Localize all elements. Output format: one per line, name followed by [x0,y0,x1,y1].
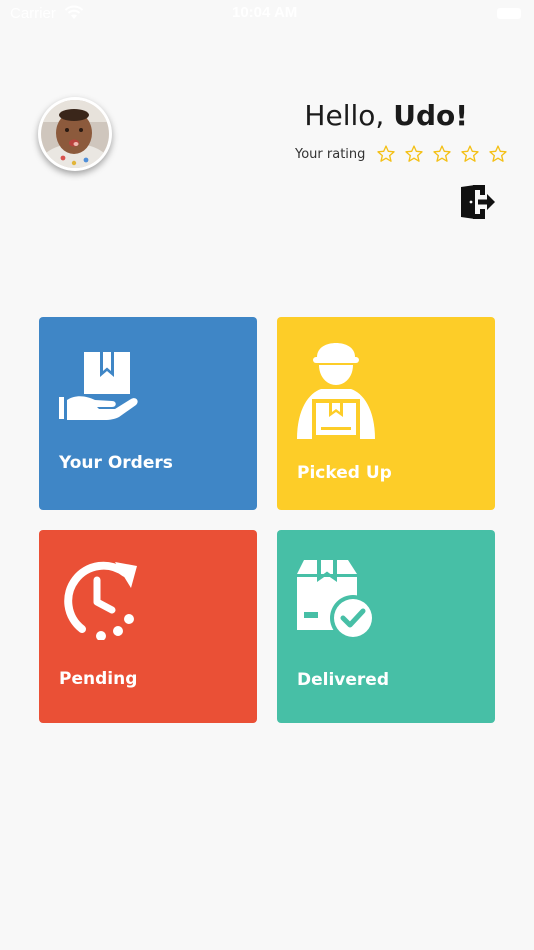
status-bar: Carrier 10:04 AM [0,0,534,28]
pending-tile[interactable]: Pending [39,530,257,723]
carrier-label: Carrier [10,5,56,22]
greeting-text: Hello, Udo! [304,99,468,132]
clock-arrow-icon [64,561,137,640]
user-name: Udo! [393,99,468,132]
star-outline-icon [489,145,508,162]
picked-up-tile[interactable]: Picked Up [277,317,495,510]
package-hand-icon [59,352,138,420]
avatar[interactable] [38,97,112,171]
star-outline-icon [461,145,480,162]
greeting-prefix: Hello, [304,99,394,132]
wifi-icon [64,5,84,19]
avatar-photo [41,100,109,168]
star-outline-icon [433,145,452,162]
delivery-man-icon [297,343,375,439]
battery-icon [497,8,521,19]
rating-row: Your rating [295,142,508,166]
status-time: 10:04 AM [232,4,298,21]
box-check-icon [297,560,376,641]
your-orders-tile[interactable]: Your Orders [39,317,257,510]
pending-label: Pending [59,669,138,689]
picked-up-label: Picked Up [297,463,392,483]
delivered-tile[interactable]: Delivered [277,530,495,723]
rating-label: Your rating [295,146,366,162]
star-outline-icon [377,145,396,162]
logout-icon[interactable] [458,183,496,221]
star-outline-icon [405,145,424,162]
delivered-label: Delivered [297,670,389,690]
your-orders-label: Your Orders [59,453,173,473]
